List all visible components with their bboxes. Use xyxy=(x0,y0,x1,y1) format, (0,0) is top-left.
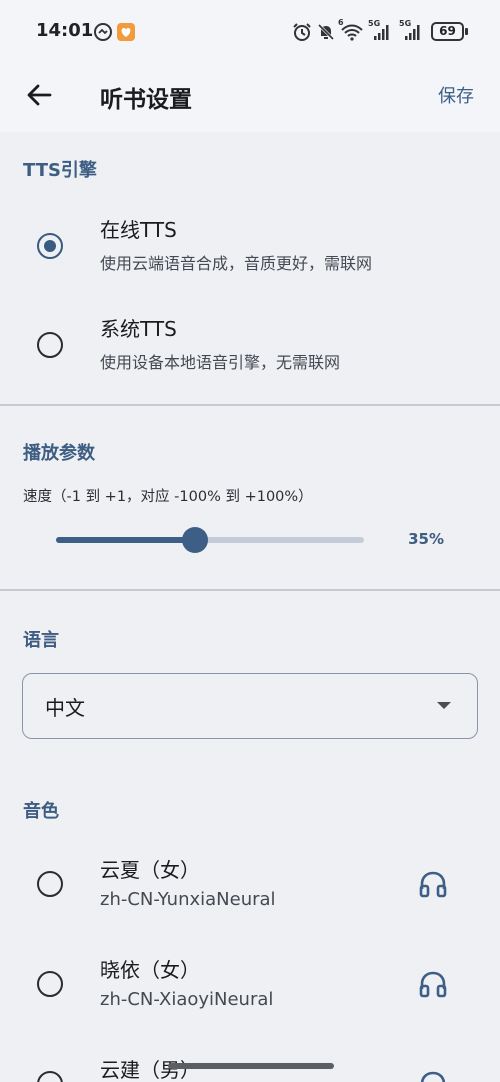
battery-cap xyxy=(465,28,468,35)
tts-option-subtitle: 使用设备本地语音引擎，无需联网 xyxy=(100,353,341,372)
voice-option-xiaoyi[interactable]: 晓依（女） zh-CN-XiaoyiNeural xyxy=(0,936,500,1032)
radio-online-tts[interactable] xyxy=(37,233,63,259)
alarm-icon xyxy=(293,23,311,41)
headphones-icon[interactable] xyxy=(418,1069,448,1082)
voice-option-yunxia[interactable]: 云夏（女） zh-CN-YunxiaNeural xyxy=(0,836,500,932)
language-dropdown[interactable]: 中文 xyxy=(22,673,478,739)
save-button[interactable]: 保存 xyxy=(438,82,474,108)
app-bar: 听书设置 保存 xyxy=(0,64,500,132)
back-button[interactable] xyxy=(22,78,56,112)
section-title-language: 语言 xyxy=(23,630,59,651)
status-bar: 14:01 6 5G 5G 69 xyxy=(0,0,500,64)
section-title-tts-engine: TTS引擎 xyxy=(23,160,97,181)
battery-icon: 69 xyxy=(431,22,464,41)
mute-icon xyxy=(317,23,335,41)
arrow-back-icon xyxy=(27,84,52,106)
data-saver-icon xyxy=(94,23,112,41)
speed-slider-fill xyxy=(56,537,195,543)
tts-option-title: 系统TTS xyxy=(100,317,177,341)
section-title-playback: 播放参数 xyxy=(23,443,95,464)
language-selected: 中文 xyxy=(45,696,85,720)
tts-option-title: 在线TTS xyxy=(100,218,177,242)
speed-value: 35% xyxy=(408,530,444,548)
status-time: 14:01 xyxy=(36,20,94,41)
divider xyxy=(0,404,500,406)
tts-option-subtitle: 使用云端语音合成，音质更好，需联网 xyxy=(100,254,373,273)
signal-1-icon xyxy=(374,25,389,40)
voice-name: 晓依（女） xyxy=(100,958,200,982)
app-notification-icon xyxy=(117,23,135,41)
dropdown-arrow-icon xyxy=(437,702,451,709)
voice-option-yunjian[interactable]: 云建（男） xyxy=(0,1036,500,1082)
radio-voice-xiaoyi[interactable] xyxy=(37,971,63,997)
settings-content: TTS引擎 在线TTS 使用云端语音合成，音质更好，需联网 系统TTS 使用设备… xyxy=(0,132,500,1082)
speed-slider-thumb[interactable] xyxy=(181,527,208,553)
voice-id: zh-CN-XiaoyiNeural xyxy=(100,989,274,1010)
tts-option-system[interactable]: 系统TTS 使用设备本地语音引擎，无需联网 xyxy=(0,297,500,393)
radio-system-tts[interactable] xyxy=(37,332,63,358)
voice-name: 云夏（女） xyxy=(100,858,200,882)
home-indicator[interactable] xyxy=(168,1063,334,1069)
headphones-icon[interactable] xyxy=(418,969,448,999)
tts-option-online[interactable]: 在线TTS 使用云端语音合成，音质更好，需联网 xyxy=(0,198,500,294)
battery-level: 69 xyxy=(439,24,456,38)
radio-voice-yunjian[interactable] xyxy=(37,1071,63,1082)
headphones-icon[interactable] xyxy=(418,869,448,899)
wifi-label: 6 xyxy=(338,18,344,27)
speed-hint: 速度（-1 到 +1，对应 -100% 到 +100%） xyxy=(23,489,313,505)
section-title-voice: 音色 xyxy=(23,801,59,822)
page-title: 听书设置 xyxy=(100,87,192,113)
voice-id: zh-CN-YunxiaNeural xyxy=(100,889,276,910)
signal-2-icon xyxy=(405,25,420,40)
divider xyxy=(0,589,500,591)
radio-voice-yunxia[interactable] xyxy=(37,871,63,897)
